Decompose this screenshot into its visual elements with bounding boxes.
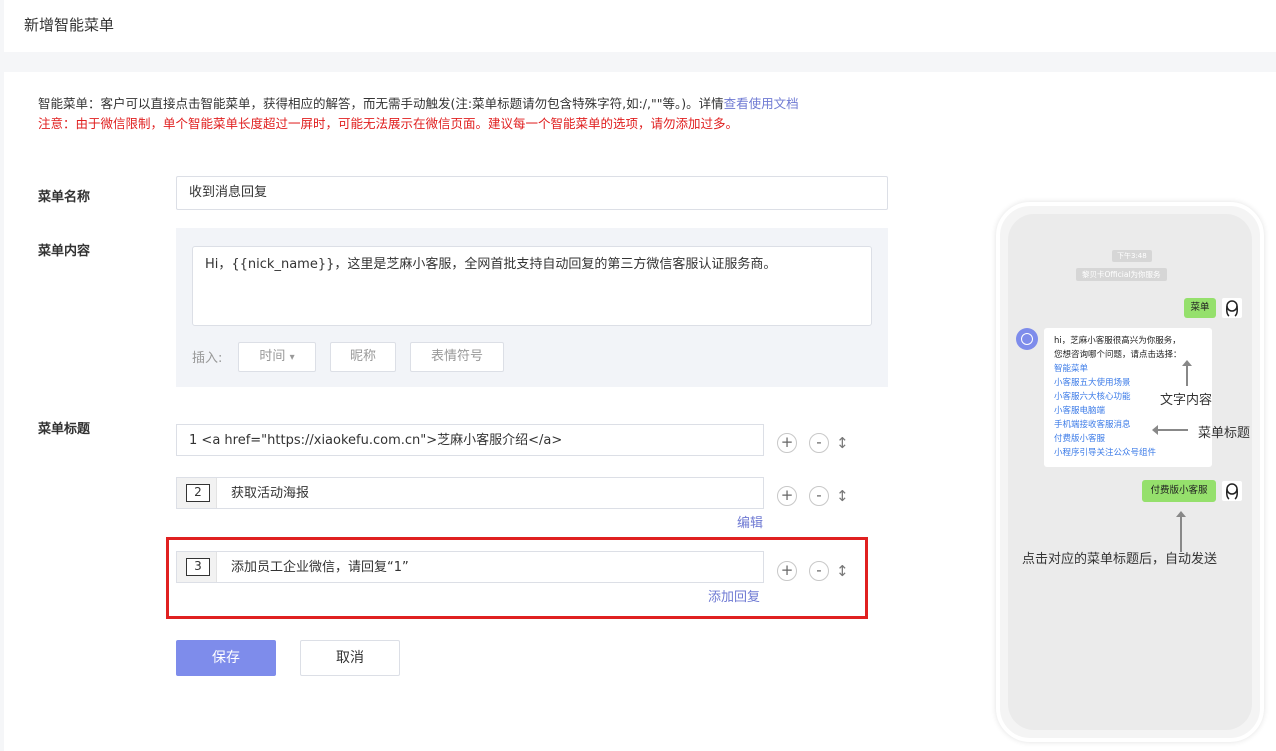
arrow-left-icon <box>1158 429 1188 431</box>
bot-greeting: hi，芝麻小客服很高兴为你服务， <box>1054 336 1181 346</box>
menu-title-input-2[interactable]: 2 获取活动海报 <box>176 477 764 509</box>
user-avatar <box>1222 298 1242 318</box>
menu-title-input-3[interactable]: 3 添加员工企业微信，请回复“1” <box>176 551 764 583</box>
arrow-head-icon <box>1152 425 1158 435</box>
description: 智能菜单：客户可以直接点击智能菜单，获得相应的解答，而无需手动触发(注:菜单标题… <box>38 94 799 114</box>
sort-icon[interactable]: ↕ <box>836 561 849 581</box>
bot-menu-item[interactable]: 小程序引导关注公众号组件 <box>1054 446 1202 460</box>
phone-preview: 下午3:48 黎贝卡Official为你服务 菜单 hi，芝麻小客服很高兴为你服… <box>996 202 1264 742</box>
arrow-head-icon <box>1182 360 1192 366</box>
form-panel: 智能菜单：客户可以直接点击智能菜单，获得相应的解答，而无需手动触发(注:菜单标题… <box>4 72 1276 751</box>
annotation-auto-send: 点击对应的菜单标题后，自动发送 <box>1022 552 1218 567</box>
user-avatar <box>1222 481 1242 501</box>
row-number: 2 <box>186 484 210 502</box>
remove-row-button-1[interactable]: - <box>809 433 829 453</box>
content-label: 菜单内容 <box>38 244 91 259</box>
bot-menu-item[interactable]: 付费版小客服 <box>1054 432 1202 446</box>
row-number-box: 3 <box>177 552 217 582</box>
cancel-button[interactable]: 取消 <box>300 640 400 676</box>
user-message: 菜单 <box>1184 298 1216 318</box>
arrow-up-icon <box>1186 364 1188 386</box>
add-reply-link[interactable]: 添加回复 <box>708 586 760 605</box>
chat-time: 下午3:48 <box>1112 250 1152 262</box>
title-label: 菜单标题 <box>38 422 91 437</box>
caret-down-icon: ▾ <box>289 352 295 363</box>
add-row-button-3[interactable]: + <box>777 561 797 581</box>
user-click-message: 付费版小客服 <box>1142 480 1216 502</box>
save-button[interactable]: 保存 <box>176 640 276 676</box>
bot-menu-item[interactable]: 智能菜单 <box>1054 362 1202 376</box>
annotation-text-content: 文字内容 <box>1160 393 1213 408</box>
bot-avatar <box>1016 328 1038 350</box>
add-row-button-1[interactable]: + <box>777 433 797 453</box>
remove-row-button-3[interactable]: - <box>809 561 829 581</box>
insert-nickname-button[interactable]: 昵称 <box>330 342 396 372</box>
row-text: <a href="https://xiaokefu.com.cn">芝麻小客服介… <box>201 433 563 448</box>
sort-icon[interactable]: ↕ <box>836 486 849 506</box>
description-text: 智能菜单：客户可以直接点击智能菜单，获得相应的解答，而无需手动触发(注:菜单标题… <box>38 96 724 111</box>
edit-link[interactable]: 编辑 <box>737 512 763 531</box>
name-input[interactable]: 收到消息回复 <box>176 176 888 210</box>
row-text: 添加员工企业微信，请回复“1” <box>231 560 409 575</box>
sort-icon[interactable]: ↕ <box>836 433 849 453</box>
insert-label: 插入: <box>192 351 223 366</box>
arrow-up-icon <box>1180 516 1182 552</box>
insert-time-button[interactable]: 时间 ▾ <box>238 342 316 372</box>
remove-row-button-2[interactable]: - <box>809 486 829 506</box>
phone-screen: 下午3:48 黎贝卡Official为你服务 菜单 hi，芝麻小客服很高兴为你服… <box>1008 214 1252 730</box>
annotation-menu-title: 菜单标题 <box>1198 426 1251 441</box>
bot-menu-item[interactable]: 小客服五大使用场景 <box>1054 376 1202 390</box>
insert-emoji-button[interactable]: 表情符号 <box>410 342 504 372</box>
page-header: 新增智能菜单 <box>4 0 1276 52</box>
doc-link[interactable]: 查看使用文档 <box>724 96 799 111</box>
name-label: 菜单名称 <box>38 190 91 205</box>
menu-title-input-1[interactable]: 1 <a href="https://xiaokefu.com.cn">芝麻小客… <box>176 424 764 456</box>
menu-title-text: 1 <a href="https://xiaokefu.com.cn">芝麻小客… <box>189 425 562 457</box>
system-message: 黎贝卡Official为你服务 <box>1076 268 1167 281</box>
insert-time-label: 时间 <box>259 349 286 364</box>
user-avatar-icon <box>1226 483 1238 500</box>
warning-text: 注意：由于微信限制，单个智能菜单长度超过一屏时，可能无法展示在微信页面。建议每一… <box>38 116 739 131</box>
content-editor: Hi，{{nick_name}}，这里是芝麻小客服，全网首批支持自动回复的第三方… <box>176 228 888 387</box>
user-avatar-icon <box>1226 300 1238 317</box>
row-number: 3 <box>186 558 210 576</box>
bot-greeting: 您想咨询哪个问题，请点击选择： <box>1054 350 1182 360</box>
arrow-head-icon <box>1176 511 1186 517</box>
row-number: 1 <box>189 433 198 448</box>
row-text: 获取活动海报 <box>231 486 310 501</box>
page-title: 新增智能菜单 <box>24 16 115 34</box>
content-textarea[interactable]: Hi，{{nick_name}}，这里是芝麻小客服，全网首批支持自动回复的第三方… <box>192 246 872 326</box>
add-row-button-2[interactable]: + <box>777 486 797 506</box>
row-number-box: 2 <box>177 478 217 508</box>
